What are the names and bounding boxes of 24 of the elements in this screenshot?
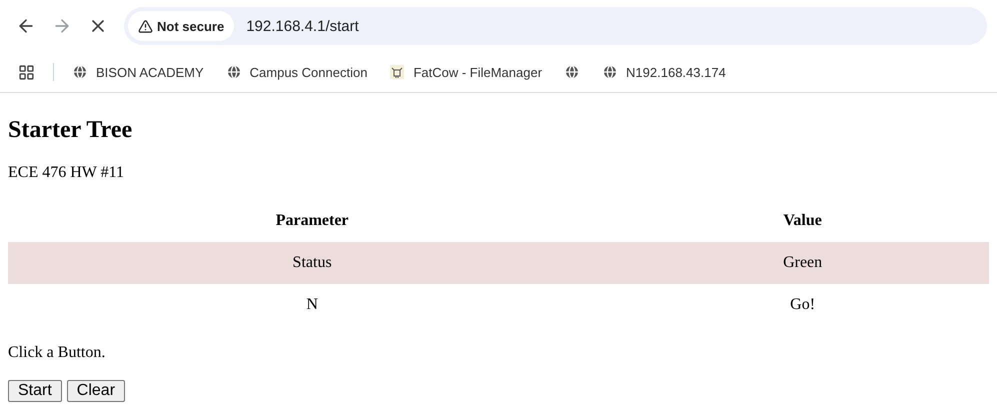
url-field[interactable]: 192.168.4.1/start bbox=[244, 16, 648, 36]
security-chip[interactable]: Not secure bbox=[128, 11, 234, 41]
action-button[interactable]: Start bbox=[8, 380, 62, 402]
column-header: Value bbox=[616, 200, 989, 242]
warning-icon bbox=[138, 18, 153, 34]
apps-icon[interactable] bbox=[18, 64, 35, 80]
column-header: Parameter bbox=[8, 200, 616, 242]
table-cell: Green bbox=[616, 242, 989, 284]
globe-icon bbox=[602, 64, 618, 80]
action-button[interactable]: Clear bbox=[66, 380, 126, 402]
bookmark[interactable]: Campus Connection bbox=[226, 64, 368, 80]
globe-icon bbox=[564, 64, 580, 80]
page-title: Starter Tree bbox=[8, 117, 134, 144]
table-cell: Go! bbox=[616, 284, 989, 326]
table-cell: Status bbox=[8, 242, 616, 284]
bookmark[interactable]: FatCow - FileManager bbox=[389, 64, 542, 80]
globe-icon bbox=[226, 64, 242, 80]
bookmark[interactable]: BISON ACADEMY bbox=[72, 64, 204, 80]
globe-icon bbox=[72, 64, 88, 80]
bookmark[interactable] bbox=[564, 64, 580, 80]
bookmark[interactable]: N192.168.43.174 bbox=[602, 64, 726, 80]
subtitle: ECE 476 HW #11 bbox=[8, 164, 125, 182]
table-cell: N bbox=[8, 284, 616, 326]
prompt-text: Click a Button. bbox=[8, 344, 106, 362]
